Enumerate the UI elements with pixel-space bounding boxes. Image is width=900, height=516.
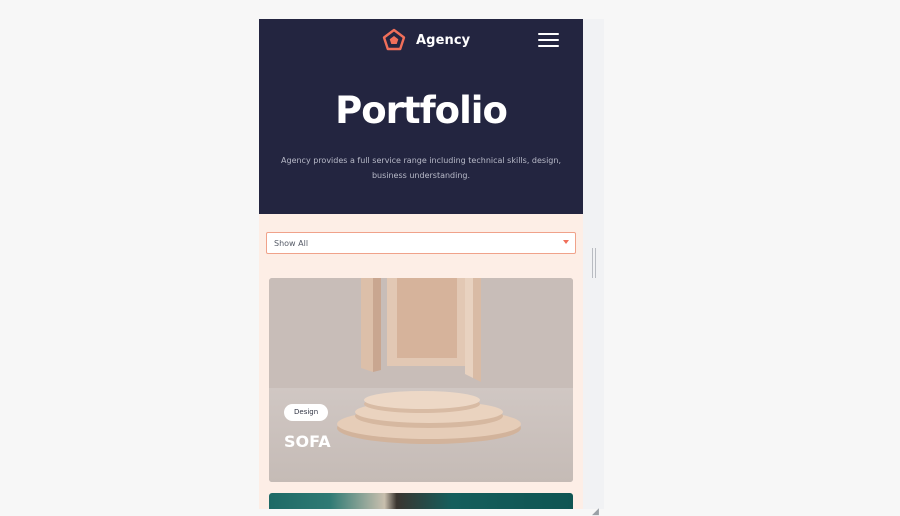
portfolio-card[interactable]: Design SOFA: [269, 278, 573, 482]
page-subtitle: Agency provides a full service range inc…: [281, 156, 561, 180]
pentagon-logo-icon: [382, 28, 406, 51]
card-image: [269, 278, 573, 482]
page-viewport: Agency Portfolio Agency provides a full …: [259, 19, 583, 509]
page-title: Portfolio: [335, 89, 508, 132]
scrollbar-thumb[interactable]: [592, 248, 596, 278]
brand-name: Agency: [416, 32, 471, 48]
resize-grip-icon[interactable]: ◢: [592, 508, 602, 516]
filter-selected-value: Show All: [274, 238, 309, 248]
brand-logo[interactable]: Agency: [382, 28, 470, 52]
card-category-badge[interactable]: Design: [284, 404, 329, 421]
portfolio-card-next[interactable]: [269, 493, 573, 509]
caret-down-icon: [563, 240, 569, 244]
hamburger-menu-icon[interactable]: [538, 33, 559, 47]
category-filter-select[interactable]: Show All: [266, 232, 576, 254]
browser-frame: Agency Portfolio Agency provides a full …: [259, 19, 604, 509]
hero-header: Agency Portfolio Agency provides a full …: [259, 19, 583, 214]
card-title: SOFA: [284, 432, 331, 451]
